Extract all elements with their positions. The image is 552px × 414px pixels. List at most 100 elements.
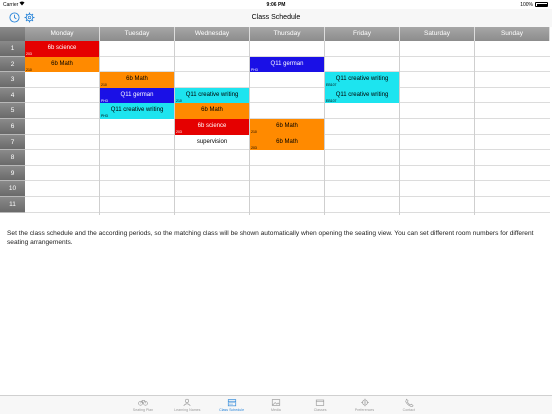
lesson-name: 6b science (47, 45, 77, 51)
tab-contact[interactable]: Contact (387, 396, 431, 414)
lesson-name: Q11 german (120, 91, 154, 98)
tab-class-schedule[interactable]: Class Schedule (210, 396, 254, 414)
battery-icon (535, 2, 548, 7)
grid-column-line (99, 41, 100, 215)
calendar-icon (227, 399, 236, 407)
tab-seating-plan[interactable]: Seating Plan (121, 396, 165, 414)
tab-classes[interactable]: Classes (298, 396, 342, 414)
tab-learning-names[interactable]: Learning Names (165, 396, 209, 414)
period-number: 10 (8, 185, 17, 193)
lesson-name: 6b Math (201, 107, 223, 114)
tab-preferences[interactable]: Preferences (343, 396, 387, 414)
lesson-name: 6b Math (276, 123, 298, 129)
period-number: 4 (10, 91, 15, 99)
lesson-name: Q11 creative writing (335, 76, 389, 83)
lesson-cell[interactable]: 6b Math (175, 103, 249, 119)
period-number: 8 (10, 154, 15, 162)
lesson-cell[interactable]: 6b science 203 (25, 41, 99, 57)
lesson-room: EB107 (326, 83, 337, 88)
lesson-room: PH3 (101, 98, 108, 103)
lesson-room: 210 (101, 83, 107, 88)
folder-icon (316, 399, 325, 406)
battery-percent: 100% (520, 2, 533, 8)
schedule-grid: Monday Tuesday Wednesday Thursday Friday Satu… (0, 27, 552, 216)
tab-label: Class Schedule (219, 408, 245, 412)
grid-row-line (25, 164, 550, 166)
lesson-name: 6b Math (276, 138, 298, 145)
tab-label: Preferences (354, 408, 375, 412)
lesson-room: 210 (251, 130, 257, 135)
lesson-room: 210 (26, 67, 32, 72)
lesson-name: Q11 german (270, 60, 304, 67)
period-header: 6 (0, 119, 25, 135)
lesson-name: 6b Math (126, 76, 148, 83)
lesson-cell[interactable]: 6b Math 203 (250, 134, 324, 151)
image-icon (271, 399, 280, 406)
period-number: 2 (10, 60, 15, 68)
day-header-wednesday: Wednesday (175, 27, 250, 41)
grid-column-line (474, 41, 475, 215)
lesson-room: 203 (176, 130, 182, 135)
lesson-cell[interactable]: Q11 german PH3 (250, 56, 324, 73)
lesson-name: 6b Math (51, 60, 73, 67)
period-number: 11 (9, 201, 16, 208)
lesson-room: 210 (176, 98, 182, 103)
period-number: 3 (10, 76, 15, 84)
navigation-bar: Class Schedule (0, 9, 552, 27)
lesson-cell[interactable]: Q11 german PH3 (100, 87, 174, 104)
period-header: 8 (0, 150, 25, 166)
lesson-cell[interactable]: 6b Math 210 (100, 72, 174, 88)
lesson-cell[interactable]: 6b science 203 (175, 119, 249, 135)
period-header: 9 (0, 165, 25, 182)
gear-icon (360, 398, 369, 407)
period-number: 6 (10, 123, 15, 130)
period-number: 5 (10, 107, 15, 115)
lesson-room: EB107 (326, 98, 337, 103)
period-header: 10 (0, 181, 25, 197)
lesson-cell[interactable]: Q11 creative writing 210 (175, 87, 249, 104)
clock-time: 9:06 PM (266, 2, 286, 8)
lesson-name: 6b science (197, 123, 227, 129)
page-title: Class Schedule (251, 14, 301, 21)
day-header-sunday: Sunday (475, 27, 550, 41)
period-number: 9 (10, 169, 15, 177)
grid-row-line (25, 180, 550, 182)
lesson-cell[interactable]: 6b Math 210 (25, 56, 99, 73)
period-header: 4 (0, 87, 25, 104)
grid-corner (0, 27, 25, 41)
period-number: 7 (10, 138, 15, 146)
day-header-friday: Friday (325, 27, 400, 41)
tab-label: Learning Names (174, 408, 201, 412)
lesson-name: Q11 creative writing (185, 91, 239, 98)
status-bar: Carrier 9:06 PM 100% (0, 0, 552, 9)
period-header: 5 (0, 103, 25, 119)
lesson-room: 203 (251, 145, 257, 150)
bicycle-icon (138, 400, 148, 406)
day-header-tuesday: Tuesday (100, 27, 175, 41)
lesson-cell[interactable]: Q11 creative writing PH3 (100, 103, 174, 119)
grid-column-line (399, 41, 400, 215)
lesson-cell[interactable]: supervision (175, 135, 249, 151)
day-header-saturday: Saturday (400, 27, 475, 41)
period-number: 1 (10, 45, 15, 52)
lesson-name: Q11 creative writing (110, 107, 164, 114)
lesson-cell[interactable]: Q11 creative writing EB107 (325, 87, 399, 104)
info-text: Set the class schedule and the according… (7, 230, 534, 246)
period-header: 11 (0, 197, 25, 213)
lesson-cell[interactable]: 6b Math 210 (250, 119, 324, 135)
day-header-monday: Monday (25, 27, 100, 41)
grid-column-line (324, 41, 325, 215)
period-header: 1 (0, 41, 25, 57)
lesson-room: PH3 (251, 67, 258, 72)
app-root: { "status_bar": { "carrier": "Carrier", … (0, 0, 552, 414)
period-header: 2 (0, 56, 25, 73)
period-header: 3 (0, 72, 25, 88)
tab-label: Media (270, 408, 281, 412)
lesson-cell[interactable]: Q11 creative writing EB107 (325, 72, 399, 88)
person-icon (183, 398, 191, 407)
lesson-room: PH3 (101, 114, 108, 119)
tab-media[interactable]: Media (254, 396, 298, 414)
tab-bar: Seating Plan Learning Names Class Schedule… (0, 395, 552, 414)
phone-icon (405, 398, 414, 407)
lesson-name: supervision (196, 138, 228, 145)
